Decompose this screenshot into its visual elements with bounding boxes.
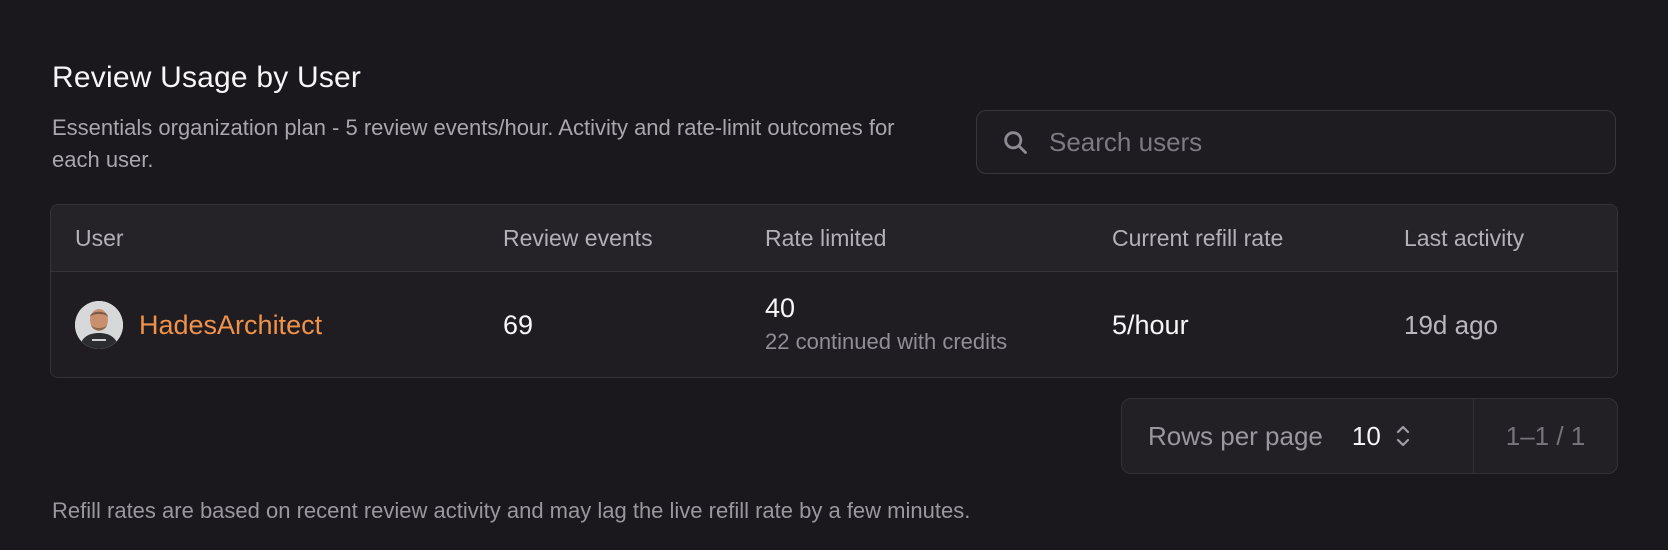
search-input[interactable] bbox=[1049, 126, 1615, 158]
refill-rate-cell: 5/hour bbox=[1112, 272, 1189, 377]
users-table: User Review events Rate limited Current … bbox=[50, 204, 1618, 378]
rows-per-page-label: Rows per page bbox=[1148, 420, 1323, 451]
search-icon bbox=[1001, 128, 1029, 156]
page-range: 1–1 / 1 bbox=[1505, 420, 1586, 451]
column-header-current-refill-rate: Current refill rate bbox=[1112, 225, 1284, 251]
panel-header: Review Usage by User Essentials organiza… bbox=[52, 58, 932, 176]
rate-limited-value: 40 bbox=[765, 293, 796, 323]
column-header-rate-limited: Rate limited bbox=[765, 225, 887, 251]
rows-per-page-control: Rows per page 10 bbox=[1122, 399, 1474, 473]
user-cell: HadesArchitect bbox=[75, 272, 322, 377]
review-events-value: 69 bbox=[503, 309, 534, 340]
review-events-cell: 69 bbox=[503, 272, 534, 377]
pagination-bar: Rows per page 10 1–1 / 1 bbox=[1121, 398, 1618, 474]
review-usage-panel: Review Usage by User Essentials organiza… bbox=[0, 0, 1668, 550]
column-header-review-events: Review events bbox=[503, 225, 653, 251]
user-avatar bbox=[75, 301, 123, 349]
table-row: HadesArchitect 69 40 22 continued with c… bbox=[51, 272, 1617, 377]
page-title: Review Usage by User bbox=[52, 61, 362, 94]
column-header-last-activity: Last activity bbox=[1404, 225, 1525, 251]
user-name-link[interactable]: HadesArchitect bbox=[139, 310, 322, 341]
footnote: Refill rates are based on recent review … bbox=[52, 498, 971, 523]
rate-limited-cell: 40 22 continued with credits bbox=[765, 272, 1007, 377]
refill-rate-value: 5/hour bbox=[1112, 309, 1189, 340]
page-subtitle: Essentials organization plan - 5 review … bbox=[52, 115, 895, 172]
rows-per-page-select[interactable]: 10 bbox=[1352, 421, 1381, 452]
rate-limited-stack: 40 22 continued with credits bbox=[765, 292, 1007, 358]
search-box[interactable] bbox=[976, 110, 1616, 174]
chevron-updown-icon[interactable] bbox=[1395, 423, 1411, 449]
table-header: User Review events Rate limited Current … bbox=[51, 205, 1617, 272]
column-header-user: User bbox=[75, 225, 124, 251]
last-activity-cell: 19d ago bbox=[1404, 272, 1498, 377]
last-activity-value: 19d ago bbox=[1404, 309, 1498, 340]
rate-limited-note: 22 continued with credits bbox=[765, 329, 1008, 354]
